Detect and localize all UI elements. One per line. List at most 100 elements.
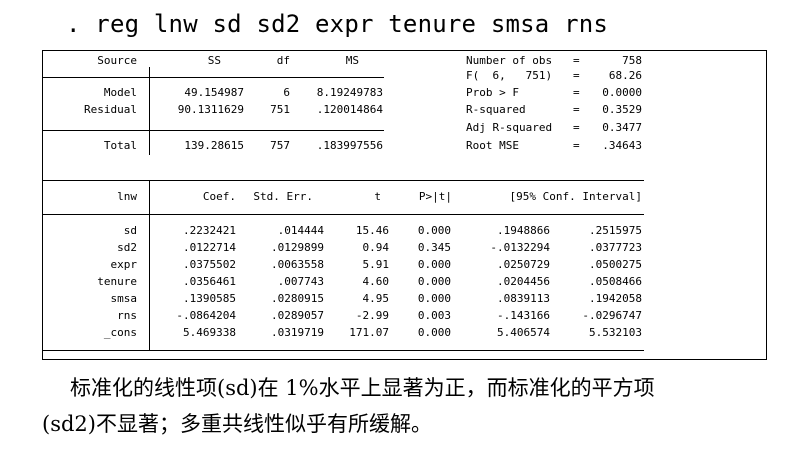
coef-se: .0319719 [271, 326, 324, 339]
table-row: smsa .1390585 .0280915 4.95 0.000 .08391… [43, 292, 644, 305]
stat-equals: = [573, 103, 580, 116]
table-row: sd .2232421 .014444 15.46 0.000 .1948866… [43, 224, 644, 237]
coef-ci-hi: -.0296747 [582, 309, 642, 322]
table-row: tenure .0356461 .007743 4.60 0.000 .0204… [43, 275, 644, 288]
coef-se: .0063558 [271, 258, 324, 271]
coef-var: sd2 [117, 241, 137, 254]
table-row: sd2 .0122714 .0129899 0.94 0.345 -.01322… [43, 241, 644, 254]
anova-row-ms: .183997556 [316, 139, 383, 152]
coef-p: 0.000 [417, 275, 451, 288]
stat-label: Prob > F [466, 86, 519, 99]
caption-line-1: 标准化的线性项(sd)在 1%水平上显著为正，而标准化的平方项 [70, 376, 655, 400]
coef-t: 15.46 [355, 224, 389, 237]
coef-se: .007743 [277, 275, 324, 288]
anova-row-source: Total [103, 139, 137, 152]
coef-p: 0.003 [417, 309, 451, 322]
anova-row-source: Model [103, 86, 137, 99]
coef-ci-hi: .2515975 [589, 224, 642, 237]
coef-bottom-rule [43, 350, 644, 351]
anova-row-df: 757 [270, 139, 290, 152]
anova-row-source: Residual [84, 103, 137, 116]
coef-var: _cons [103, 326, 137, 339]
coef-value: .0375502 [183, 258, 236, 271]
coef-ci-hi: .1942058 [589, 292, 642, 305]
stat-equals: = [573, 121, 580, 134]
stat-equals: = [573, 54, 580, 67]
stat-label: Number of obs [466, 54, 553, 67]
coef-ci-hi: .0377723 [589, 241, 642, 254]
coef-value: 5.469338 [183, 326, 236, 339]
anova-row-ms: 8.19249783 [316, 86, 383, 99]
anova-header-ms: MS [345, 54, 359, 67]
stat-label: Adj R-squared [466, 121, 553, 134]
coef-t: 4.60 [362, 275, 390, 288]
coef-top-rule [43, 180, 644, 181]
anova-row-df: 751 [270, 103, 290, 116]
coef-var: expr [110, 258, 138, 271]
stata-command: . reg lnw sd sd2 expr tenure smsa rns [66, 10, 609, 38]
coef-ci-lo: .1948866 [497, 224, 550, 237]
anova-rule-left [43, 77, 149, 78]
coef-ci-hi: .0508466 [589, 275, 642, 288]
coef-ci-lo: 5.406574 [497, 326, 550, 339]
coef-var: rns [117, 309, 137, 322]
stat-value: 758 [622, 54, 642, 67]
coef-value: .2232421 [183, 224, 236, 237]
stat-label: R-squared [466, 103, 526, 116]
coef-header-ci: [95% Conf. Interval] [509, 190, 642, 203]
stat-label: Root MSE [466, 139, 519, 152]
coef-t: 171.07 [349, 326, 389, 339]
coef-ci-hi: .0500275 [589, 258, 642, 271]
coef-p: 0.000 [417, 224, 451, 237]
anova-header-source: Source [97, 54, 137, 67]
anova-header-df: df [276, 54, 290, 67]
anova-total-rule-right [149, 130, 384, 131]
coef-t: -2.99 [355, 309, 389, 322]
anova-row-ms: .120014864 [316, 103, 383, 116]
stat-equals: = [573, 69, 580, 82]
coef-t: 4.95 [362, 292, 390, 305]
coef-value: .1390585 [183, 292, 236, 305]
stat-equals: = [573, 86, 580, 99]
coef-value: -.0864204 [176, 309, 236, 322]
coef-se: .0129899 [271, 241, 324, 254]
stat-value: 0.0000 [602, 86, 642, 99]
coef-t: 5.91 [362, 258, 390, 271]
stat-equals: = [573, 139, 580, 152]
coef-t: 0.94 [362, 241, 390, 254]
regression-output-box: Source SS df MS Model 49.154987 6 8.1924… [42, 50, 767, 360]
coef-ci-lo: -.143166 [497, 309, 550, 322]
table-row: expr .0375502 .0063558 5.91 0.000 .02507… [43, 258, 644, 271]
coef-header-se: Std. Err. [253, 190, 313, 203]
anova-header-ss: SS [207, 54, 221, 67]
anova-row-ss: 139.28615 [184, 139, 244, 152]
anova-total-rule-left [43, 130, 149, 131]
coef-ci-lo: .0250729 [497, 258, 550, 271]
coef-var: smsa [110, 292, 138, 305]
coef-p: 0.000 [417, 258, 451, 271]
coef-var: tenure [97, 275, 137, 288]
anova-row-df: 6 [283, 86, 290, 99]
coef-value: .0122714 [183, 241, 236, 254]
stat-value: 68.26 [608, 69, 642, 82]
coef-ci-hi: 5.532103 [589, 326, 642, 339]
coef-p: 0.345 [417, 241, 451, 254]
anova-row-ss: 49.154987 [184, 86, 244, 99]
stat-value: .34643 [602, 139, 642, 152]
caption-line-2: (sd2)不显著；多重共线性似乎有所缓解。 [42, 412, 432, 436]
coef-ci-lo: -.0132294 [490, 241, 550, 254]
coef-ci-lo: .0204456 [497, 275, 550, 288]
coef-header-var: lnw [117, 190, 137, 203]
coef-header-p: P>|t| [418, 190, 452, 203]
stat-label: F( 6, 751) [466, 69, 553, 82]
coef-se: .0280915 [271, 292, 324, 305]
coef-header-t: t [374, 190, 381, 203]
coef-p: 0.000 [417, 292, 451, 305]
coef-ci-lo: .0839113 [497, 292, 550, 305]
coef-value: .0356461 [183, 275, 236, 288]
table-row: rns -.0864204 .0289057 -2.99 0.003 -.143… [43, 309, 644, 322]
anova-row-ss: 90.1311629 [177, 103, 244, 116]
coef-se: .0289057 [271, 309, 324, 322]
coef-var: sd [123, 224, 137, 237]
coef-se: .014444 [277, 224, 324, 237]
